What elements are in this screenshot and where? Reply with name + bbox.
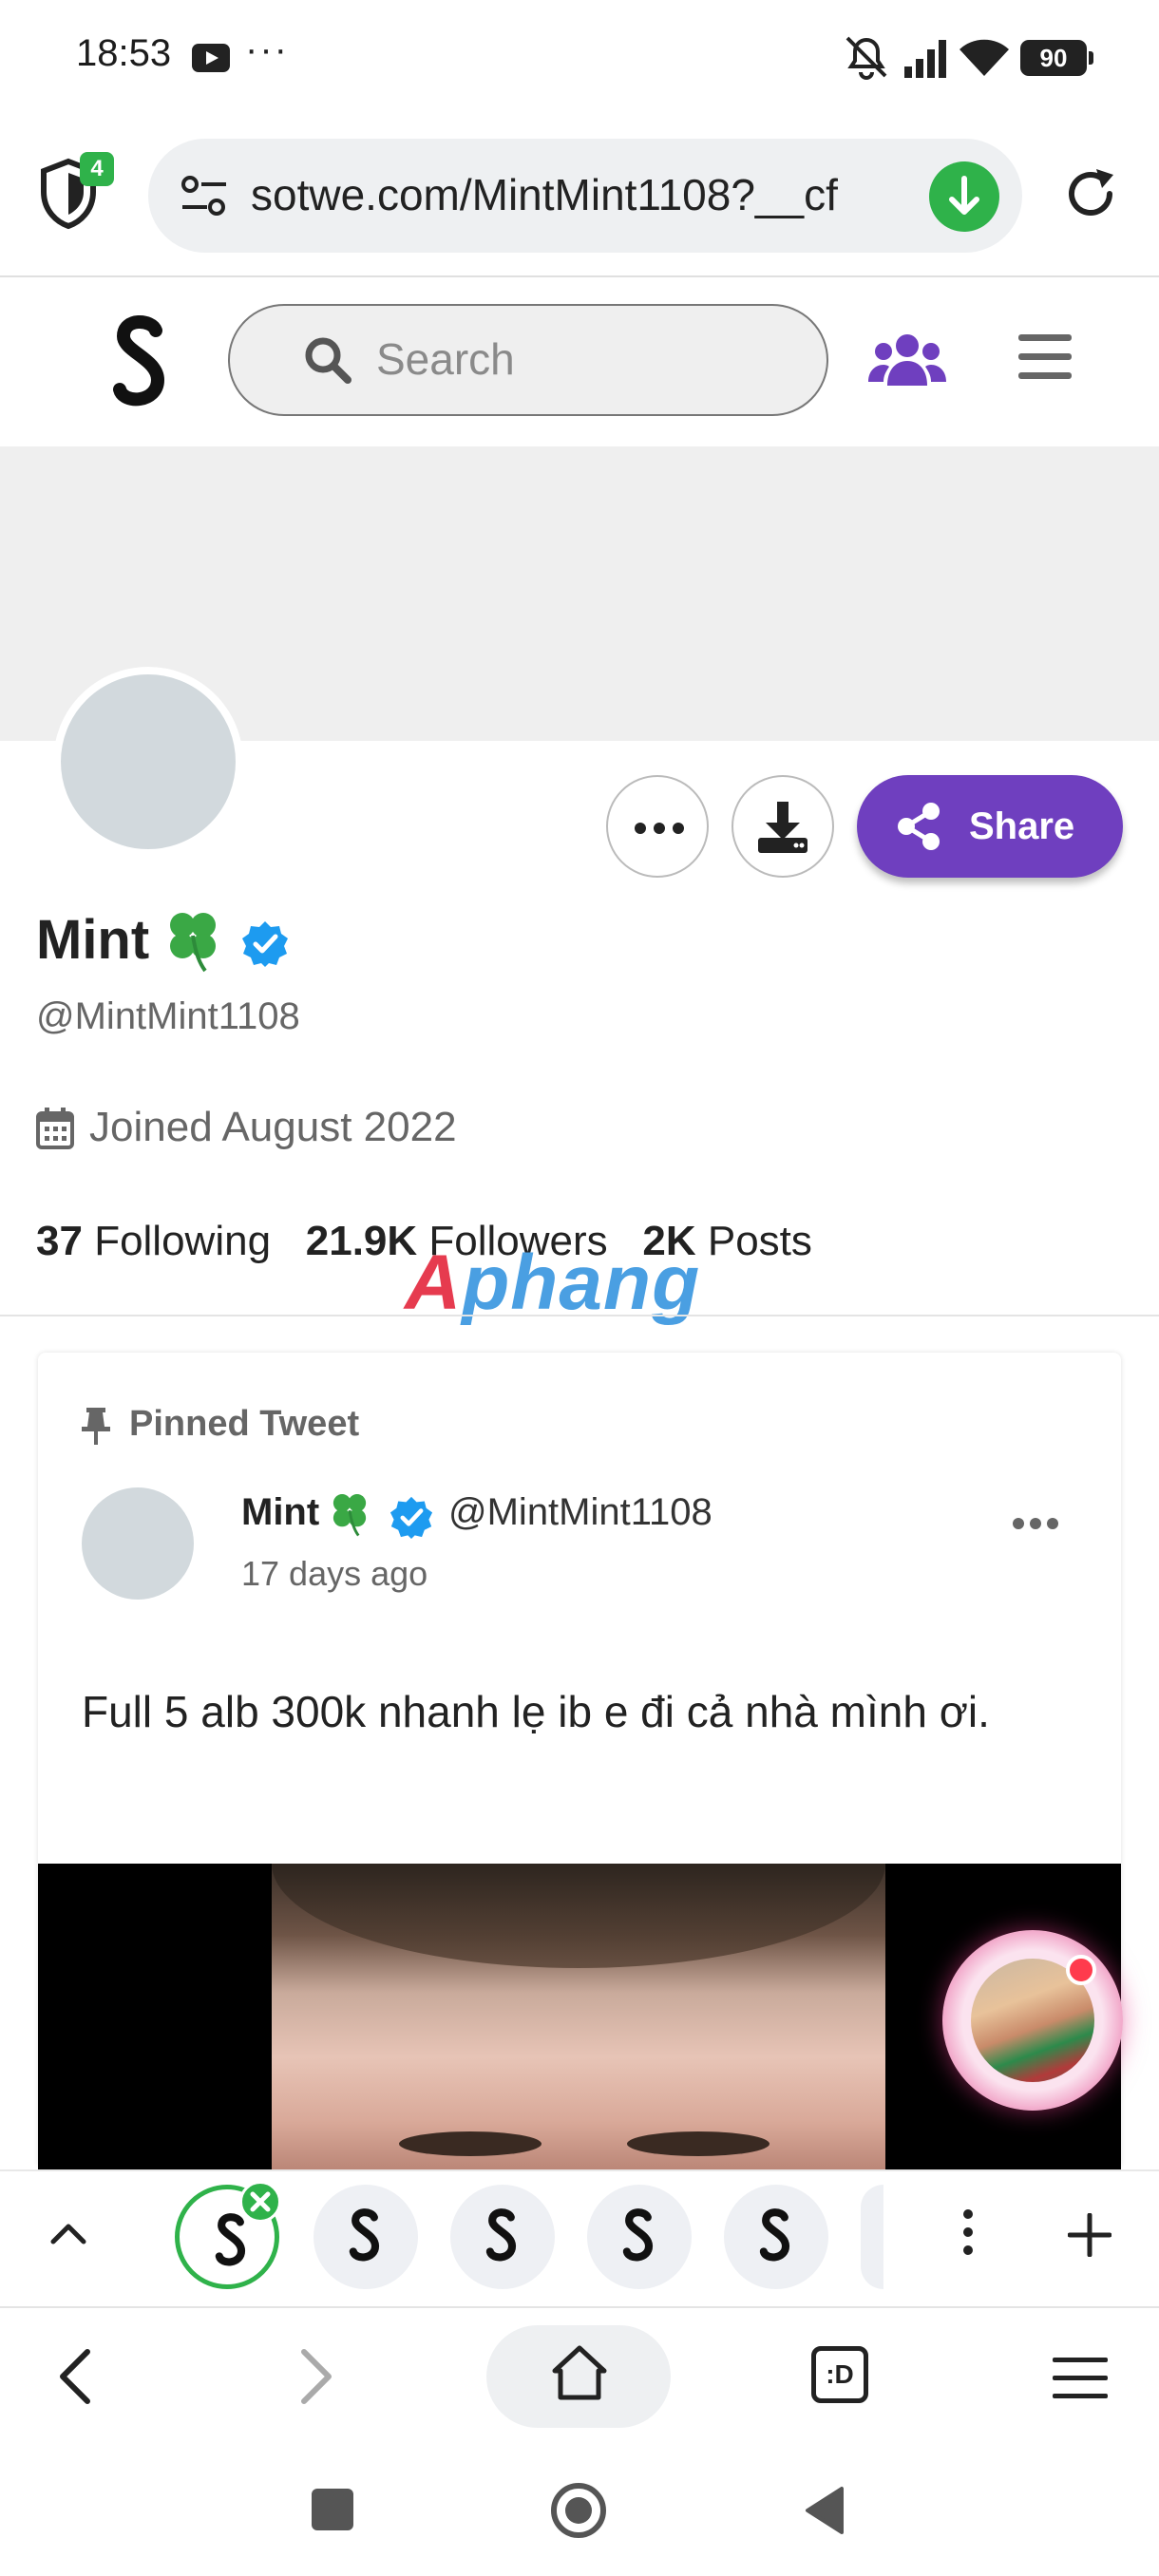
tweet-author-name[interactable]: Mint	[241, 1491, 319, 1534]
watermark-part1: A	[405, 1240, 463, 1326]
verified-badge-icon	[242, 921, 288, 967]
battery-icon: 90	[1020, 40, 1093, 76]
search-icon	[305, 337, 352, 384]
site-favicon-icon	[349, 2208, 380, 2262]
users-icon[interactable]	[868, 329, 946, 388]
calendar-icon	[36, 1108, 74, 1149]
youtube-icon	[192, 44, 230, 72]
clover-icon	[170, 913, 216, 973]
more-options-button[interactable]	[606, 775, 709, 878]
hamburger-menu-icon[interactable]	[1018, 334, 1072, 382]
pinned-tweet-label: Pinned Tweet	[129, 1404, 360, 1444]
tab-strip	[0, 2169, 1159, 2304]
tweet-author-avatar[interactable]	[82, 1487, 194, 1600]
clover-icon	[332, 1494, 367, 1537]
tab-item[interactable]	[314, 2185, 418, 2289]
status-time: 18:53	[76, 32, 172, 74]
followers-count[interactable]: 21.9K	[306, 1218, 417, 1264]
watermark-part2: phang	[462, 1240, 701, 1326]
mute-icon	[846, 36, 887, 80]
divider	[0, 1315, 1159, 1316]
recents-icon[interactable]	[312, 2489, 353, 2530]
system-home-icon[interactable]	[551, 2483, 606, 2538]
tweet-author-handle[interactable]: @MintMint1108	[448, 1491, 712, 1534]
profile-name: Mint	[36, 909, 150, 971]
signal-icon	[904, 40, 946, 78]
tweet-photo-detail	[627, 2131, 770, 2156]
tab-strip-more-icon[interactable]	[963, 2209, 975, 2257]
url-text[interactable]: sotwe.com/MintMint1108?__cf	[251, 169, 887, 220]
search-input[interactable]	[376, 329, 794, 389]
home-icon	[552, 2345, 607, 2400]
url-fade	[836, 161, 893, 228]
tweet-photo-detail	[399, 2131, 542, 2156]
tweet-text: Full 5 alb 300k nhanh lẹ ib e đi cả nhà …	[82, 1687, 990, 1736]
posts-label[interactable]: Posts	[708, 1218, 812, 1264]
chevron-up-icon[interactable]	[49, 2219, 87, 2245]
site-settings-icon[interactable]	[180, 175, 228, 217]
site-logo[interactable]	[110, 313, 169, 408]
site-favicon-icon	[485, 2208, 517, 2262]
share-label: Share	[969, 805, 1075, 847]
joined-date: Joined August 2022	[89, 1104, 457, 1150]
download-profile-button[interactable]	[732, 775, 834, 878]
pin-icon	[82, 1408, 110, 1445]
profile-avatar[interactable]	[53, 667, 243, 857]
site-favicon-icon	[759, 2208, 790, 2262]
tweet-more-icon[interactable]	[1013, 1518, 1058, 1531]
download-icon[interactable]	[929, 161, 999, 232]
live-indicator-dot	[1066, 1955, 1096, 1985]
tweet-timestamp[interactable]: 17 days ago	[241, 1554, 428, 1594]
tab-item[interactable]	[450, 2185, 555, 2289]
tab-item-partial[interactable]	[861, 2185, 884, 2289]
share-icon	[898, 803, 940, 850]
share-button[interactable]: Share	[857, 775, 1123, 878]
site-favicon-icon	[215, 2213, 246, 2266]
profile-handle: @MintMint1108	[36, 995, 300, 1037]
close-tab-icon[interactable]	[239, 2181, 281, 2223]
forward-icon[interactable]	[296, 2348, 334, 2405]
following-label[interactable]: Following	[94, 1218, 271, 1264]
reload-icon[interactable]	[1060, 163, 1121, 224]
tab-item[interactable]	[724, 2185, 828, 2289]
system-back-icon[interactable]	[804, 2485, 846, 2536]
following-count[interactable]: 37	[36, 1218, 83, 1264]
tab-item[interactable]	[587, 2185, 692, 2289]
browser-menu-icon[interactable]	[1053, 2358, 1108, 2399]
back-icon[interactable]	[57, 2348, 95, 2405]
new-tab-icon[interactable]	[1068, 2213, 1112, 2257]
tabs-switcher-icon[interactable]: :D	[811, 2346, 868, 2403]
download-tray-icon	[758, 802, 808, 853]
divider	[0, 275, 1159, 277]
site-favicon-icon	[622, 2208, 654, 2262]
verified-badge-icon	[390, 1496, 433, 1539]
more-notifications-indicator: ···	[245, 28, 289, 70]
wifi-icon	[960, 39, 1009, 76]
shield-badge: 4	[80, 152, 114, 186]
